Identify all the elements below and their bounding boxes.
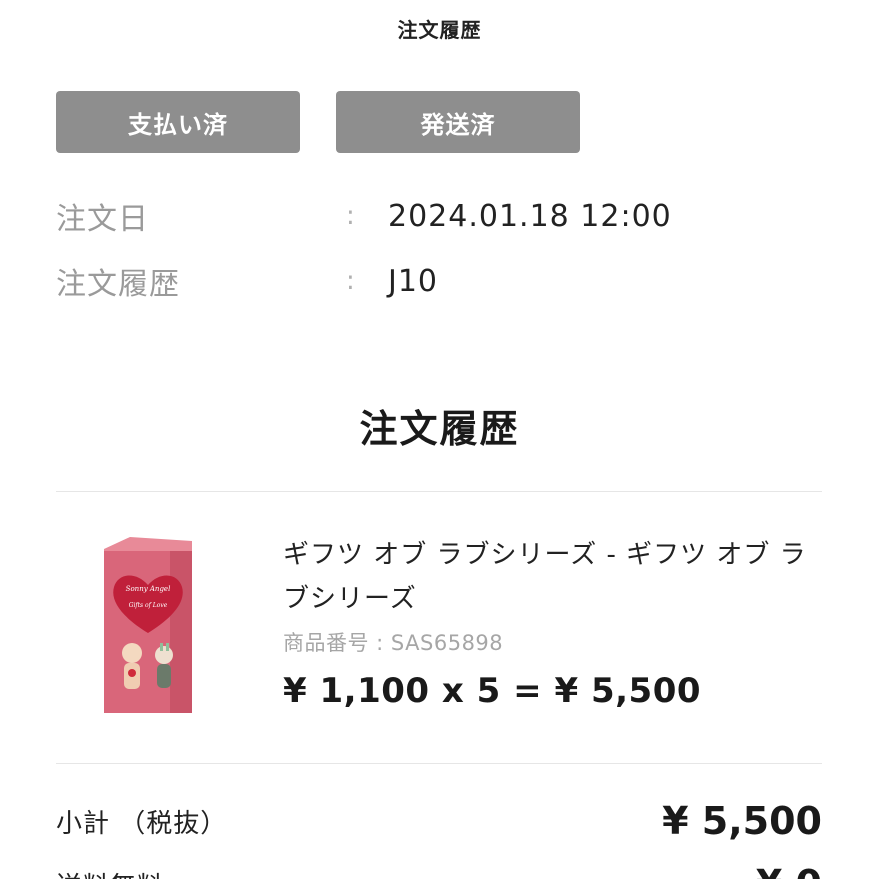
section-divider-top (56, 491, 822, 492)
page-header-title: 注文履歴 (397, 18, 482, 42)
order-date-label: 注文日 (56, 202, 149, 237)
payment-status-badge: 支払い済 (56, 91, 300, 153)
section-divider-bottom (56, 763, 822, 764)
order-number-colon: : (346, 266, 355, 296)
order-items-section-title: 注文履歴 (359, 407, 520, 451)
order-date-value: 2024.01.18 12:00 (388, 198, 672, 234)
product-image-brand-text: Sonny Angel (126, 585, 171, 593)
product-image[interactable]: Sonny Angel Gifts of Love (100, 535, 196, 717)
subtotal-row: 小計 （税抜） ¥ 5,500 (56, 799, 822, 843)
product-image-box-text: Gifts of Love (129, 602, 168, 609)
order-number-value: J10 (388, 263, 439, 299)
shipping-row: 送料無料 ¥ 0 (56, 862, 822, 879)
order-date-row: 注文日 : 2024.01.18 12:00 (56, 194, 672, 238)
subtotal-label: 小計 （税抜） (56, 808, 228, 839)
product-name-link[interactable]: ギフツ オブ ラブシリーズ - ギフツ オブ ラブシリーズ (283, 533, 823, 621)
shipping-status-badge: 発送済 (336, 91, 580, 153)
shipping-value: ¥ 0 (756, 862, 822, 879)
status-badges: 支払い済 発送済 (56, 91, 580, 153)
shipping-label: 送料無料 (56, 866, 164, 879)
order-history-page: 注文履歴 支払い済 発送済 注文日 : 2024.01.18 12:00 注文履… (0, 0, 879, 879)
order-date-colon: : (346, 201, 355, 231)
order-number-row: 注文履歴 : J10 (56, 259, 438, 303)
subtotal-value: ¥ 5,500 (662, 799, 822, 843)
product-price-line: ¥ 1,100 x 5 = ¥ 5,500 (283, 671, 702, 711)
product-sku: 商品番号 : SAS65898 (283, 631, 504, 655)
order-number-label: 注文履歴 (56, 267, 180, 302)
product-info: ギフツ オブ ラブシリーズ - ギフツ オブ ラブシリーズ 商品番号 : SAS… (283, 533, 823, 711)
